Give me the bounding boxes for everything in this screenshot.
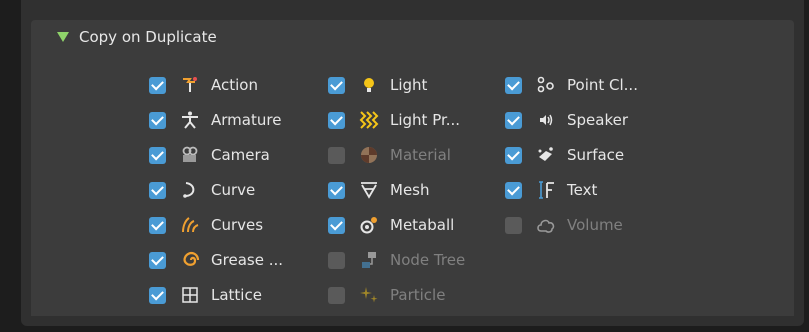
camera-icon [180, 145, 200, 165]
option-curve[interactable]: Curve [149, 178, 255, 202]
curve-label: Curve [211, 181, 256, 199]
option-surface[interactable]: Surface [505, 143, 624, 167]
surface-label: Surface [567, 146, 625, 164]
copy-on-duplicate-panel: Copy on Duplicate Action Armature Camera [21, 0, 804, 326]
curves-label: Curves [211, 216, 264, 234]
metaball-checkbox[interactable] [328, 216, 345, 234]
metaball-icon [359, 215, 379, 235]
armature-checkbox[interactable] [149, 111, 166, 129]
option-curves[interactable]: Curves [149, 213, 263, 237]
action-icon [180, 75, 200, 95]
option-node-tree[interactable]: Node Tree [328, 248, 465, 272]
option-light-probe[interactable]: Light Pr... [328, 108, 460, 132]
speaker-icon [536, 110, 556, 130]
speaker-label: Speaker [567, 111, 629, 129]
expand-arrow-icon[interactable] [57, 32, 69, 42]
option-action[interactable]: Action [149, 73, 258, 97]
option-text[interactable]: Text [505, 178, 597, 202]
mesh-icon [359, 180, 379, 200]
volume-checkbox[interactable] [505, 216, 522, 234]
light-checkbox[interactable] [328, 76, 345, 94]
light-label: Light [390, 76, 428, 94]
panel-header[interactable]: Copy on Duplicate [31, 20, 794, 54]
light-probe-checkbox[interactable] [328, 111, 345, 129]
curve-checkbox[interactable] [149, 181, 166, 199]
curves-checkbox[interactable] [149, 216, 166, 234]
point-cloud-checkbox[interactable] [505, 76, 522, 94]
mesh-label: Mesh [390, 181, 430, 199]
material-label: Material [390, 146, 451, 164]
particle-label: Particle [390, 286, 446, 304]
lattice-icon [180, 285, 200, 305]
node-tree-label: Node Tree [390, 251, 466, 269]
panel-title: Copy on Duplicate [79, 28, 217, 46]
metaball-label: Metaball [390, 216, 455, 234]
text-checkbox[interactable] [505, 181, 522, 199]
node-tree-icon [359, 250, 379, 270]
volume-label: Volume [567, 216, 623, 234]
volume-icon [536, 215, 556, 235]
point-cloud-label: Point Cl... [567, 76, 638, 94]
surface-icon [536, 145, 556, 165]
light-icon [359, 75, 379, 95]
grease-pencil-checkbox[interactable] [149, 251, 166, 269]
grease-pencil-icon [180, 250, 200, 270]
option-metaball[interactable]: Metaball [328, 213, 454, 237]
node-tree-checkbox[interactable] [328, 251, 345, 269]
text-label: Text [567, 181, 598, 199]
option-speaker[interactable]: Speaker [505, 108, 628, 132]
light-probe-icon [359, 110, 379, 130]
option-lattice[interactable]: Lattice [149, 283, 262, 307]
option-material[interactable]: Material [328, 143, 451, 167]
camera-label: Camera [211, 146, 270, 164]
armature-icon [180, 110, 200, 130]
lattice-label: Lattice [211, 286, 262, 304]
camera-checkbox[interactable] [149, 146, 166, 164]
lattice-checkbox[interactable] [149, 286, 166, 304]
speaker-checkbox[interactable] [505, 111, 522, 129]
curves-icon [180, 215, 200, 235]
particle-icon [359, 285, 379, 305]
option-camera[interactable]: Camera [149, 143, 270, 167]
option-light[interactable]: Light [328, 73, 427, 97]
grease-pencil-label: Grease ... [211, 251, 283, 269]
panel-body: Action Armature Camera Curve Curves Grea… [31, 54, 794, 316]
light-probe-label: Light Pr... [390, 111, 461, 129]
option-particle[interactable]: Particle [328, 283, 445, 307]
armature-label: Armature [211, 111, 282, 129]
point-cloud-icon [536, 75, 556, 95]
curve-icon [180, 180, 200, 200]
option-mesh[interactable]: Mesh [328, 178, 430, 202]
option-grease-pencil[interactable]: Grease ... [149, 248, 283, 272]
text-icon [536, 180, 556, 200]
option-volume[interactable]: Volume [505, 213, 623, 237]
action-label: Action [211, 76, 258, 94]
surface-checkbox[interactable] [505, 146, 522, 164]
action-checkbox[interactable] [149, 76, 166, 94]
option-point-cloud[interactable]: Point Cl... [505, 73, 638, 97]
material-checkbox[interactable] [328, 146, 345, 164]
particle-checkbox[interactable] [328, 286, 345, 304]
material-icon [359, 145, 379, 165]
option-armature[interactable]: Armature [149, 108, 281, 132]
mesh-checkbox[interactable] [328, 181, 345, 199]
